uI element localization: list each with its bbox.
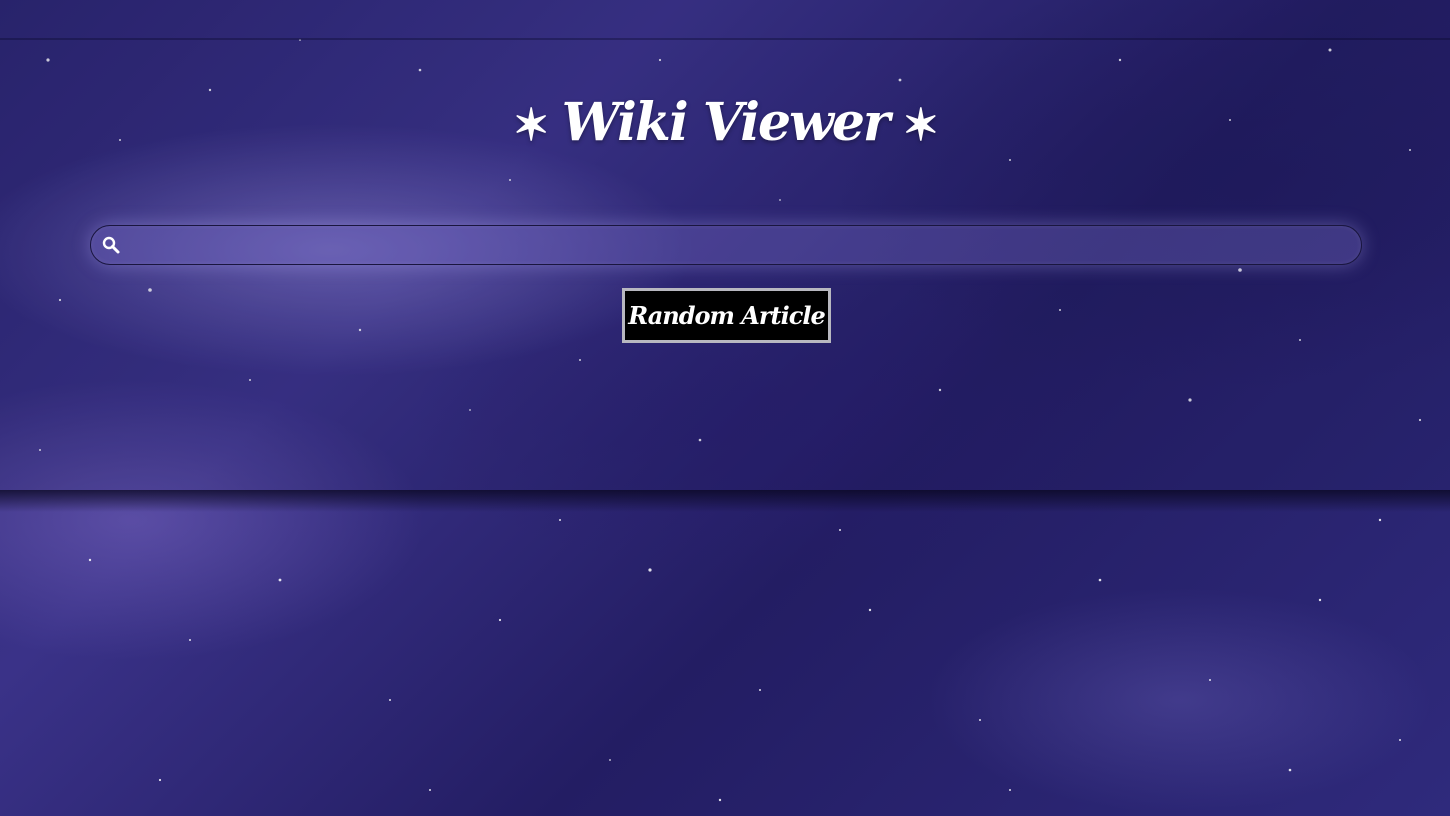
top-divider [0,38,1450,40]
search-icon [102,236,120,254]
page-title-text: Wiki Viewer [561,92,891,153]
star-icon-right: ✶ [902,100,939,151]
search-bar[interactable] [90,225,1362,265]
search-input[interactable] [129,226,1349,264]
section-divider [0,490,1450,512]
random-article-button[interactable]: Random Article [622,288,831,343]
page-title: ✶ Wiki Viewer ✶ [0,92,1450,153]
star-icon-left: ✶ [512,100,550,151]
